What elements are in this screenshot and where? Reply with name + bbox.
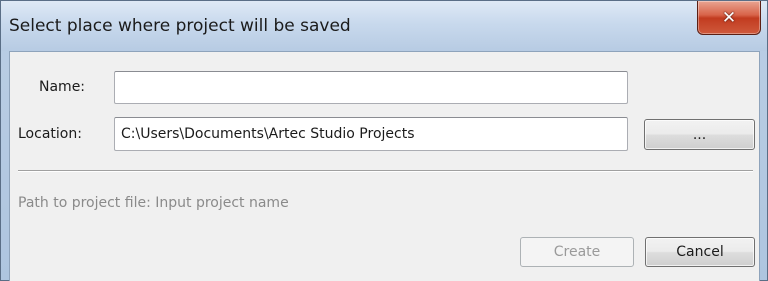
- name-label: Name:: [39, 79, 86, 95]
- window-title: Select place where project will be saved: [9, 16, 351, 36]
- name-input[interactable]: [114, 71, 628, 104]
- project-path-info: Path to project file: Input project name: [18, 195, 289, 211]
- create-button[interactable]: Create: [520, 237, 634, 267]
- title-bar[interactable]: Select place where project will be saved…: [1, 1, 767, 51]
- location-input[interactable]: C:\Users\Documents\Artec Studio Projects: [114, 117, 628, 151]
- dialog-window: Select place where project will be saved…: [0, 0, 768, 281]
- separator: [18, 170, 753, 172]
- close-icon: ✕: [721, 7, 737, 28]
- dialog-content: Name: Location: C:\Users\Documents\Artec…: [9, 51, 760, 281]
- browse-button[interactable]: ...: [644, 119, 755, 150]
- cancel-button[interactable]: Cancel: [645, 237, 755, 267]
- close-button[interactable]: ✕: [697, 1, 761, 35]
- location-label: Location:: [18, 126, 82, 142]
